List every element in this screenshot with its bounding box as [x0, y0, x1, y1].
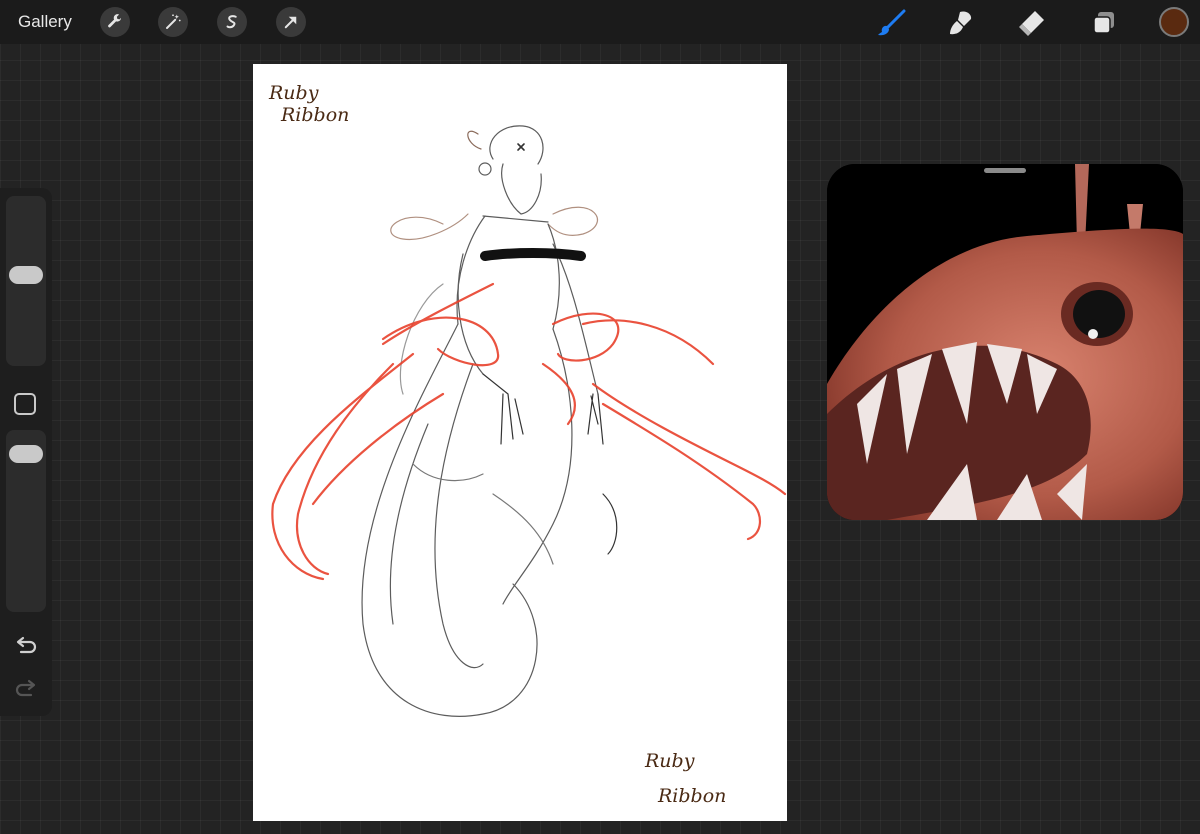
- wrench-icon: [108, 14, 121, 28]
- magic-wand-icon: [166, 14, 181, 29]
- reference-drag-handle[interactable]: [984, 168, 1026, 173]
- redo-button[interactable]: [13, 676, 39, 702]
- smudge-icon: [950, 11, 972, 35]
- drawing-canvas[interactable]: Ruby Ribbon Ruby Ribbon: [253, 64, 787, 821]
- redo-icon: [15, 679, 36, 697]
- transform-button[interactable]: [276, 7, 306, 37]
- color-picker-button[interactable]: [1159, 7, 1189, 37]
- undo-icon: [16, 636, 37, 654]
- reference-window[interactable]: [827, 164, 1183, 520]
- signature-bottom-line1: Ruby: [645, 750, 695, 772]
- layers-icon: [1093, 12, 1114, 34]
- brush-size-knob[interactable]: [9, 266, 43, 284]
- brush-tool-button[interactable]: [876, 7, 908, 39]
- gallery-button[interactable]: Gallery: [18, 12, 72, 32]
- brush-icon: [878, 9, 906, 36]
- eraser-tool-button[interactable]: [1016, 7, 1048, 39]
- modify-button[interactable]: [14, 393, 36, 415]
- eraser-icon: [1019, 11, 1044, 36]
- anglerfish-image: [827, 164, 1183, 520]
- selection-s-icon: [226, 15, 237, 29]
- adjustments-button[interactable]: [158, 7, 188, 37]
- sketch-artwork: [271, 125, 787, 717]
- smudge-tool-button[interactable]: [945, 7, 977, 39]
- signature-bottom-line2: Ribbon: [658, 785, 727, 807]
- selection-button[interactable]: [217, 7, 247, 37]
- arrow-cursor-icon: [284, 16, 297, 29]
- layers-button[interactable]: [1088, 7, 1120, 39]
- top-toolbar: Gallery: [0, 0, 1200, 44]
- undo-button[interactable]: [13, 634, 39, 660]
- left-sidebar: [0, 188, 52, 716]
- opacity-knob[interactable]: [9, 445, 43, 463]
- actions-button[interactable]: [100, 7, 130, 37]
